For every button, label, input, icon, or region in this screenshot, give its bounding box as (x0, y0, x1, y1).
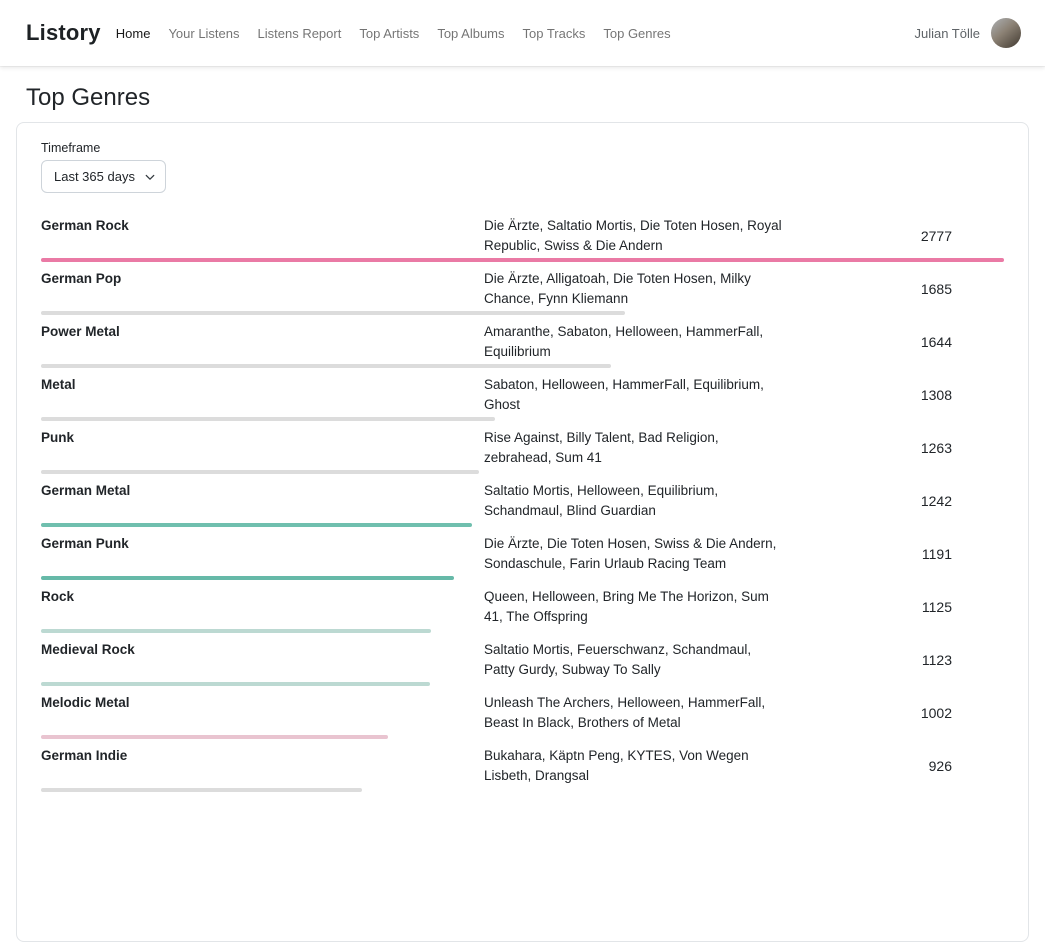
genre-row: Power MetalAmaranthe, Sabaton, Helloween… (41, 315, 1004, 368)
genre-artists: Rise Against, Billy Talent, Bad Religion… (484, 428, 784, 468)
genre-name: Rock (41, 587, 484, 607)
genre-artists: Amaranthe, Sabaton, Helloween, HammerFal… (484, 322, 784, 362)
genre-artists: Die Ärzte, Die Toten Hosen, Swiss & Die … (484, 534, 784, 574)
nav-item-top-genres[interactable]: Top Genres (594, 26, 679, 41)
genre-name: Medieval Rock (41, 640, 484, 660)
genre-artists: Saltatio Mortis, Helloween, Equilibrium,… (484, 481, 784, 521)
genre-name: German Metal (41, 481, 484, 501)
chevron-down-icon (145, 172, 155, 182)
genre-count: 1242 (784, 493, 1004, 509)
genre-name: Melodic Metal (41, 693, 484, 713)
genre-artists: Sabaton, Helloween, HammerFall, Equilibr… (484, 375, 784, 415)
genre-count: 1685 (784, 281, 1004, 297)
genre-name: German Rock (41, 216, 484, 236)
genre-name: Punk (41, 428, 484, 448)
nav-item-top-albums[interactable]: Top Albums (428, 26, 513, 41)
genre-count: 1123 (784, 652, 1004, 668)
user-avatar[interactable] (991, 18, 1021, 48)
genres-table: German RockDie Ärzte, Saltatio Mortis, D… (41, 209, 1004, 792)
nav-item-top-artists[interactable]: Top Artists (350, 26, 428, 41)
timeframe-control: Timeframe Last 365 days (41, 141, 1004, 193)
genre-count: 2777 (784, 228, 1004, 244)
main-content: Top Genres Timeframe Last 365 days Germa… (0, 84, 1045, 942)
genre-count: 1002 (784, 705, 1004, 721)
genre-row: MetalSabaton, Helloween, HammerFall, Equ… (41, 368, 1004, 421)
nav-item-your-listens[interactable]: Your Listens (159, 26, 248, 41)
genre-artists: Die Ärzte, Saltatio Mortis, Die Toten Ho… (484, 216, 784, 256)
genre-name: German Pop (41, 269, 484, 289)
genre-artists: Queen, Helloween, Bring Me The Horizon, … (484, 587, 784, 627)
genre-row: German RockDie Ärzte, Saltatio Mortis, D… (41, 209, 1004, 262)
genre-count: 1191 (784, 546, 1004, 562)
genre-count: 1308 (784, 387, 1004, 403)
user-menu: Julian Tölle (914, 18, 1021, 48)
app-logo[interactable]: Listory (26, 20, 101, 46)
genre-count: 1125 (784, 599, 1004, 615)
top-genres-card: Timeframe Last 365 days German RockDie Ä… (16, 122, 1029, 942)
genre-artists: Die Ärzte, Alligatoah, Die Toten Hosen, … (484, 269, 784, 309)
genre-name: German Punk (41, 534, 484, 554)
genre-row: German MetalSaltatio Mortis, Helloween, … (41, 474, 1004, 527)
genre-row: German IndieBukahara, Käptn Peng, KYTES,… (41, 739, 1004, 792)
navbar: Listory HomeYour ListensListens ReportTo… (0, 0, 1045, 66)
genre-row: RockQueen, Helloween, Bring Me The Horiz… (41, 580, 1004, 633)
genre-count: 926 (784, 758, 1004, 774)
genre-bar (41, 788, 362, 792)
nav-item-top-tracks[interactable]: Top Tracks (514, 26, 595, 41)
genre-name: Power Metal (41, 322, 484, 342)
genre-artists: Unleash The Archers, Helloween, HammerFa… (484, 693, 784, 733)
genre-row: German PopDie Ärzte, Alligatoah, Die Tot… (41, 262, 1004, 315)
genre-row: PunkRise Against, Billy Talent, Bad Reli… (41, 421, 1004, 474)
nav-item-listens-report[interactable]: Listens Report (249, 26, 351, 41)
genre-row: German PunkDie Ärzte, Die Toten Hosen, S… (41, 527, 1004, 580)
genre-count: 1644 (784, 334, 1004, 350)
nav-item-home[interactable]: Home (107, 26, 160, 41)
genre-row: Medieval RockSaltatio Mortis, Feuerschwa… (41, 633, 1004, 686)
timeframe-label: Timeframe (41, 141, 1004, 155)
genre-name: Metal (41, 375, 484, 395)
timeframe-value: Last 365 days (54, 169, 135, 184)
user-name[interactable]: Julian Tölle (914, 26, 980, 41)
genre-count: 1263 (784, 440, 1004, 456)
genre-row: Melodic MetalUnleash The Archers, Hellow… (41, 686, 1004, 739)
main-nav: HomeYour ListensListens ReportTop Artist… (107, 26, 680, 41)
timeframe-select[interactable]: Last 365 days (41, 160, 166, 193)
page-title: Top Genres (26, 84, 1019, 112)
genre-name: German Indie (41, 746, 484, 766)
genre-artists: Bukahara, Käptn Peng, KYTES, Von Wegen L… (484, 746, 784, 786)
genre-artists: Saltatio Mortis, Feuerschwanz, Schandmau… (484, 640, 784, 680)
